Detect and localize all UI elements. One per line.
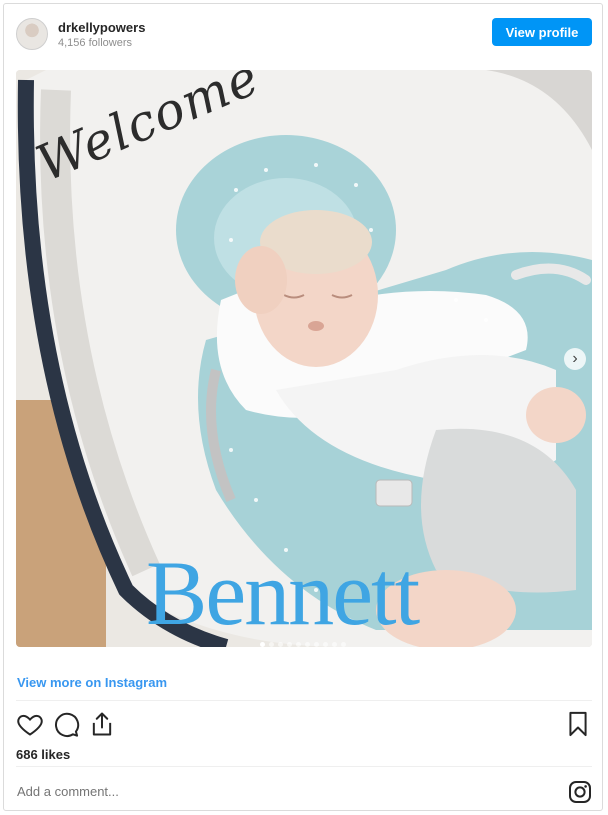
instagram-icon[interactable]	[568, 780, 592, 804]
avatar[interactable]	[16, 18, 48, 50]
carousel-dot	[341, 642, 346, 647]
action-bar	[16, 710, 592, 740]
username[interactable]: drkellypowers	[58, 20, 145, 35]
view-profile-button[interactable]: View profile	[492, 18, 592, 46]
comment-input[interactable]	[17, 784, 417, 799]
name-overlay-text: Bennett	[146, 542, 420, 644]
follower-count: 4,156 followers	[58, 37, 132, 49]
instagram-embed-card: drkellypowers 4,156 followers View profi…	[3, 3, 603, 811]
divider	[16, 766, 592, 767]
carousel-dot	[296, 642, 301, 647]
carousel-dots	[258, 634, 358, 647]
comment-icon[interactable]	[52, 710, 80, 738]
carousel-dot	[278, 642, 283, 647]
heart-icon[interactable]	[16, 710, 44, 738]
view-more-link[interactable]: View more on Instagram	[17, 675, 167, 690]
chevron-right-icon[interactable]: ›	[564, 348, 586, 370]
post-image[interactable]: Welcome Bennett ›	[16, 70, 592, 647]
carousel-dot	[305, 642, 310, 647]
carousel-dot	[314, 642, 319, 647]
post-header: drkellypowers 4,156 followers View profi…	[16, 16, 592, 52]
divider	[16, 700, 592, 701]
carousel-dot	[323, 642, 328, 647]
carousel-dot	[269, 642, 274, 647]
bookmark-icon[interactable]	[564, 710, 592, 738]
carousel-dot	[332, 642, 337, 647]
carousel-dot	[287, 642, 292, 647]
like-count: 686 likes	[16, 747, 71, 762]
carousel-dot	[260, 642, 265, 647]
share-icon[interactable]	[88, 710, 116, 738]
